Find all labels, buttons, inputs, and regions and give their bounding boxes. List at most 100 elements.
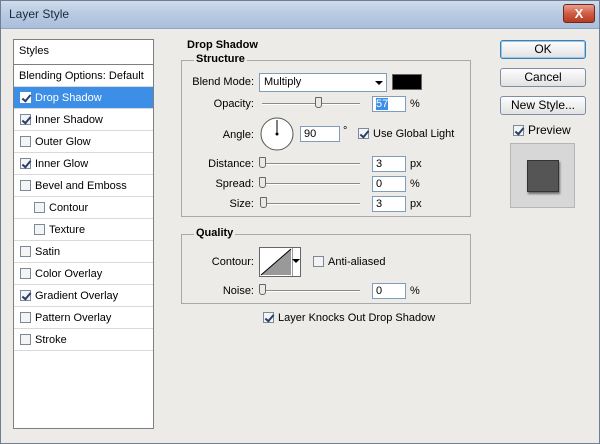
angle-unit: ° xyxy=(343,125,348,137)
layer-knocks-out-checkbox[interactable]: Layer Knocks Out Drop Shadow xyxy=(263,312,435,324)
style-item-inner-shadow[interactable]: Inner Shadow xyxy=(14,109,153,131)
distance-slider-track[interactable] xyxy=(262,163,360,165)
style-item-label: Texture xyxy=(49,224,86,236)
style-item-outer-glow[interactable]: Outer Glow xyxy=(14,131,153,153)
preview-checkbox[interactable]: Preview xyxy=(513,123,571,137)
style-item-label: Blending Options: Default xyxy=(19,70,144,82)
style-item-label: Stroke xyxy=(35,334,67,346)
size-slider-track[interactable] xyxy=(262,203,360,205)
style-checkbox[interactable] xyxy=(20,268,31,279)
size-unit: px xyxy=(410,198,422,210)
quality-title: Quality xyxy=(194,227,236,239)
distance-input[interactable]: 3 xyxy=(372,156,406,172)
chevron-down-icon xyxy=(375,81,383,85)
style-item-texture[interactable]: Texture xyxy=(14,219,153,241)
style-item-label: Satin xyxy=(35,246,61,258)
style-checkbox[interactable] xyxy=(34,224,45,235)
window-title: Layer Style xyxy=(9,7,70,21)
structure-title: Structure xyxy=(194,53,247,65)
style-item-gradient-overlay[interactable]: Gradient Overlay xyxy=(14,285,153,307)
close-button[interactable]: X xyxy=(563,4,595,23)
spread-slider-thumb[interactable] xyxy=(259,177,266,188)
anti-aliased-checkbox[interactable]: Anti-aliased xyxy=(313,256,385,268)
style-item-pattern-overlay[interactable]: Pattern Overlay xyxy=(14,307,153,329)
section-title: Drop Shadow xyxy=(187,39,258,51)
style-item-stroke[interactable]: Stroke xyxy=(14,329,153,351)
layer-style-dialog: Layer Style X Styles Blending Options: D… xyxy=(0,0,600,444)
noise-unit: % xyxy=(410,285,420,297)
style-item-drop-shadow[interactable]: Drop Shadow xyxy=(14,87,153,109)
style-checkbox[interactable] xyxy=(20,312,31,323)
contour-curve-icon xyxy=(260,248,292,276)
distance-slider-thumb[interactable] xyxy=(259,157,266,168)
style-checkbox[interactable] xyxy=(20,246,31,257)
size-input[interactable]: 3 xyxy=(372,196,406,212)
style-item-label: Outer Glow xyxy=(35,136,91,148)
close-icon: X xyxy=(574,6,584,21)
distance-unit: px xyxy=(410,158,422,170)
spread-label: Spread: xyxy=(215,178,254,190)
style-item-label: Pattern Overlay xyxy=(35,312,112,324)
style-item-bevel-and-emboss[interactable]: Bevel and Emboss xyxy=(14,175,153,197)
opacity-label: Opacity: xyxy=(213,98,254,110)
layer-knocks-out-check[interactable] xyxy=(263,312,274,323)
layer-knocks-out-label: Layer Knocks Out Drop Shadow xyxy=(278,312,436,324)
noise-input[interactable]: 0 xyxy=(372,283,406,299)
preview-label: Preview xyxy=(528,123,571,137)
opacity-input[interactable]: 57 xyxy=(372,96,406,112)
new-style-button[interactable]: New Style... xyxy=(500,96,586,115)
style-item-satin[interactable]: Satin xyxy=(14,241,153,263)
style-checkbox[interactable] xyxy=(20,180,31,191)
style-item-label: Color Overlay xyxy=(35,268,103,280)
chevron-down-icon xyxy=(292,259,300,263)
contour-label: Contour: xyxy=(211,256,254,268)
styles-list: Styles Blending Options: Default Drop Sha… xyxy=(13,39,154,429)
distance-label: Distance: xyxy=(208,158,254,170)
spread-input[interactable]: 0 xyxy=(372,176,406,192)
anti-aliased-check[interactable] xyxy=(313,256,324,267)
use-global-light-label: Use Global Light xyxy=(373,128,455,140)
style-item-blending-options-default[interactable]: Blending Options: Default xyxy=(14,65,153,87)
style-checkbox[interactable] xyxy=(20,290,31,301)
use-global-light-checkbox[interactable]: Use Global Light xyxy=(358,128,454,140)
opacity-slider-track[interactable] xyxy=(262,103,360,105)
preview-check[interactable] xyxy=(513,125,524,136)
shadow-color-swatch[interactable] xyxy=(392,74,422,90)
use-global-light-check[interactable] xyxy=(358,128,369,139)
noise-slider-track[interactable] xyxy=(262,290,360,292)
styles-header[interactable]: Styles xyxy=(14,40,153,65)
style-checkbox[interactable] xyxy=(20,334,31,345)
anti-aliased-label: Anti-aliased xyxy=(328,256,386,268)
style-item-label: Drop Shadow xyxy=(35,92,102,104)
contour-picker[interactable] xyxy=(259,247,301,277)
blend-mode-label: Blend Mode: xyxy=(192,76,254,88)
noise-slider-thumb[interactable] xyxy=(259,284,266,295)
contour-dropdown[interactable] xyxy=(292,248,301,276)
style-item-label: Inner Shadow xyxy=(35,114,103,126)
style-item-label: Contour xyxy=(49,202,89,214)
title-bar[interactable]: Layer Style X xyxy=(1,1,599,29)
style-checkbox[interactable] xyxy=(34,202,45,213)
style-item-color-overlay[interactable]: Color Overlay xyxy=(14,263,153,285)
size-slider-thumb[interactable] xyxy=(260,197,268,208)
style-checkbox[interactable] xyxy=(20,136,31,147)
structure-group: Structure Blend Mode: Multiply Opacity: … xyxy=(181,53,471,217)
angle-label: Angle: xyxy=(222,129,254,141)
style-item-label: Gradient Overlay xyxy=(35,290,119,302)
ok-button[interactable]: OK xyxy=(500,40,586,59)
preview-thumbnail xyxy=(510,143,575,208)
style-item-contour[interactable]: Contour xyxy=(14,197,153,219)
cancel-button[interactable]: Cancel xyxy=(500,68,586,87)
opacity-slider-thumb[interactable] xyxy=(314,97,322,108)
style-checkbox[interactable] xyxy=(20,114,31,125)
style-item-inner-glow[interactable]: Inner Glow xyxy=(14,153,153,175)
size-label: Size: xyxy=(229,198,254,210)
opacity-unit: % xyxy=(410,98,420,110)
spread-slider-track[interactable] xyxy=(262,183,360,185)
style-checkbox[interactable] xyxy=(20,158,31,169)
spread-unit: % xyxy=(410,178,420,190)
blend-mode-select[interactable]: Multiply xyxy=(259,73,387,92)
angle-input[interactable]: 90 xyxy=(300,126,340,142)
angle-dial-icon[interactable] xyxy=(259,116,295,152)
style-checkbox[interactable] xyxy=(20,92,31,103)
